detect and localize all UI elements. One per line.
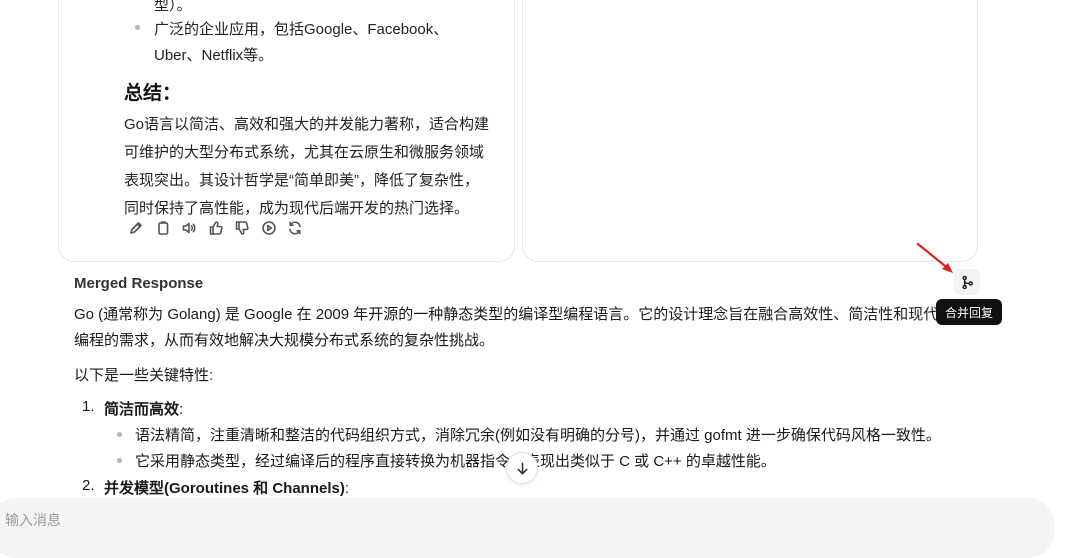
scroll-down-button[interactable] — [506, 452, 538, 484]
merge-icon — [961, 275, 973, 289]
edit-icon[interactable] — [128, 219, 155, 237]
list-sub-bullet: 它采用静态类型，经过编译后的程序直接转换为机器指令，表现出类似于 C 或 C++… — [135, 453, 776, 470]
list-item-colon: : — [179, 401, 184, 418]
merged-lead-text: 以下是一些关键特性: — [74, 367, 214, 384]
summary-paragraph: Go语言以简洁、高效和强大的并发能力著称，适合构建 可维护的大型分布式系统，尤其… — [124, 111, 504, 223]
bullet-dot — [117, 432, 122, 437]
arrow-down-icon — [516, 462, 528, 474]
list-item-colon: : — [344, 480, 350, 497]
list-item-title-text: 并发模型(Goroutines 和 Channels) — [104, 480, 345, 497]
merged-intro-line: Go (通常称为 Golang) 是 Google 在 2009 年开源的一种静… — [74, 306, 939, 323]
bullet-dot — [117, 458, 122, 463]
bullet-text: 广泛的企业应用，包括Google、Facebook、 — [154, 21, 449, 38]
thumbs-up-icon[interactable] — [208, 219, 235, 237]
bullet-dot — [135, 25, 140, 30]
response-toolbar — [128, 219, 314, 237]
regenerate-icon[interactable] — [287, 219, 314, 237]
list-sub-bullet: 语法精简，注重清晰和整洁的代码组织方式，消除冗余(例如没有明确的分号)，并通过 … — [135, 427, 941, 444]
bullet-text: Uber、Netflix等。 — [154, 47, 274, 64]
summary-line: 可维护的大型分布式系统，尤其在云原生和微服务领域 — [124, 144, 485, 161]
message-input-bar[interactable] — [0, 498, 1054, 558]
merge-button[interactable] — [954, 269, 980, 295]
right-response-card — [522, 0, 978, 262]
list-number: 1. — [82, 398, 95, 415]
message-input-placeholder[interactable]: 输入消息 — [5, 510, 61, 530]
list-item-title: 简洁而高效: — [104, 398, 183, 419]
annotation-arrow — [916, 242, 953, 273]
bullet-text: 型）。 — [154, 0, 192, 14]
merge-tooltip: 合并回复 — [936, 299, 1003, 325]
copy-icon[interactable] — [155, 219, 182, 237]
list-number: 2. — [82, 477, 95, 494]
merged-intro-line: 编程的需求，从而有效地解决大规模分布式系统的复杂性挑战。 — [74, 332, 495, 349]
play-icon[interactable] — [261, 219, 288, 237]
summary-line: Go语言以简洁、高效和强大的并发能力著称，适合构建 — [124, 116, 490, 133]
summary-line: 表现突出。其设计哲学是“简单即美”，降低了复杂性， — [124, 172, 479, 189]
list-item-title-text: 简洁而高效 — [104, 401, 180, 418]
summary-heading: 总结： — [124, 83, 182, 104]
merged-response-title: Merged Response — [74, 275, 204, 292]
list-item-title: 并发模型(Goroutines 和 Channels): — [104, 477, 349, 498]
thumbs-down-icon[interactable] — [234, 219, 261, 237]
speaker-icon[interactable] — [181, 219, 208, 237]
